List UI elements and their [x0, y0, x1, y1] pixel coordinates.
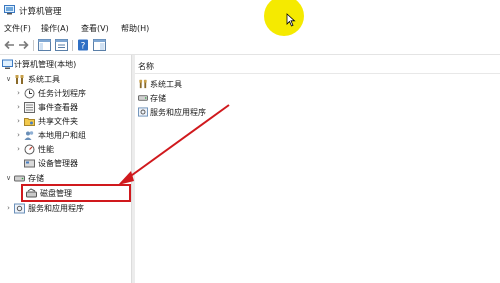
tree-item-services-apps[interactable]: › 服务和应用程序: [4, 202, 130, 215]
tree-item-device-manager[interactable]: 设备管理器: [14, 157, 130, 170]
tree-item-task-scheduler[interactable]: › 任务计划程序: [14, 87, 130, 100]
toolbar-separator: [72, 40, 73, 51]
toolbar: ?: [0, 37, 500, 55]
storage-icon: [14, 175, 25, 182]
users-icon: [24, 131, 34, 140]
details-pane: 名称 系统工具 存储 服务和应用程序: [135, 55, 500, 283]
tree-label-shared-folders: 共享文件夹: [38, 117, 78, 126]
tree-item-local-users[interactable]: › 本地用户和组: [14, 129, 130, 142]
tree-item-root[interactable]: 计算机管理(本地): [0, 58, 130, 71]
services-icon: [138, 107, 148, 117]
tree-label-device-manager: 设备管理器: [38, 159, 78, 168]
column-divider: [135, 73, 500, 74]
forward-icon[interactable]: [17, 39, 30, 51]
list-item-label: 系统工具: [150, 80, 182, 89]
expand-chevron-icon[interactable]: ›: [14, 129, 23, 142]
computer-icon: [2, 59, 13, 69]
services-icon: [14, 203, 25, 214]
storage-icon: [138, 95, 148, 101]
menu-file[interactable]: 文件(F): [4, 23, 31, 34]
menu-action[interactable]: 操作(A): [41, 23, 69, 34]
tree-item-performance[interactable]: › 性能: [14, 143, 130, 156]
menu-help[interactable]: 帮助(H): [121, 23, 149, 34]
tree-label-event-viewer: 事件查看器: [38, 103, 78, 112]
navigation-tree: 计算机管理(本地) ∨ 系统工具 › 任务计划程序 › 事件查看器 › 共享文件…: [0, 55, 130, 283]
tree-item-event-viewer[interactable]: › 事件查看器: [14, 101, 130, 114]
collapse-chevron-icon[interactable]: ∨: [4, 172, 13, 185]
tree-label-root: 计算机管理(本地): [14, 60, 77, 69]
computer-management-icon: [4, 5, 15, 15]
event-viewer-icon: [24, 102, 35, 113]
tools-icon: [139, 79, 147, 89]
show-hide-tree-icon[interactable]: [38, 39, 51, 51]
shared-folder-icon: [24, 118, 35, 126]
column-header-name[interactable]: 名称: [138, 61, 154, 72]
properties-pane-icon[interactable]: [93, 39, 106, 51]
tools-icon: [15, 75, 24, 84]
title-bar: 计算机管理: [0, 0, 500, 21]
export-list-icon[interactable]: [55, 39, 68, 51]
list-item[interactable]: 服务和应用程序: [138, 106, 258, 119]
collapse-chevron-icon[interactable]: ∨: [4, 73, 13, 86]
list-item[interactable]: 存储: [138, 92, 258, 105]
device-manager-icon: [24, 159, 35, 168]
menu-bar: 文件(F) 操作(A) 查看(V) 帮助(H): [0, 22, 500, 36]
clock-icon: [24, 88, 35, 99]
tree-label-system-tools: 系统工具: [28, 75, 60, 84]
tree-item-shared-folders[interactable]: › 共享文件夹: [14, 115, 130, 128]
help-icon[interactable]: ?: [77, 39, 90, 51]
expand-chevron-icon[interactable]: ›: [14, 115, 23, 128]
toolbar-separator: [33, 40, 34, 51]
tree-item-system-tools[interactable]: ∨ 系统工具: [4, 73, 130, 86]
tree-label-performance: 性能: [38, 145, 54, 154]
expand-chevron-icon[interactable]: ›: [14, 143, 23, 156]
tree-label-services-apps: 服务和应用程序: [28, 204, 84, 213]
tree-label-task-scheduler: 任务计划程序: [38, 89, 86, 98]
list-item[interactable]: 系统工具: [138, 78, 258, 91]
menu-view[interactable]: 查看(V): [81, 23, 109, 34]
list-item-label: 服务和应用程序: [150, 108, 206, 117]
tree-label-storage: 存储: [28, 174, 44, 183]
expand-chevron-icon[interactable]: ›: [14, 87, 23, 100]
expand-chevron-icon[interactable]: ›: [14, 101, 23, 114]
list-item-label: 存储: [150, 94, 166, 103]
back-icon[interactable]: [3, 39, 16, 51]
expand-chevron-icon[interactable]: ›: [4, 202, 13, 215]
tree-label-local-users: 本地用户和组: [38, 131, 86, 140]
svg-text:?: ?: [81, 42, 86, 52]
highlight-box: [21, 184, 131, 202]
performance-icon: [24, 144, 35, 155]
window-title: 计算机管理: [19, 7, 62, 17]
